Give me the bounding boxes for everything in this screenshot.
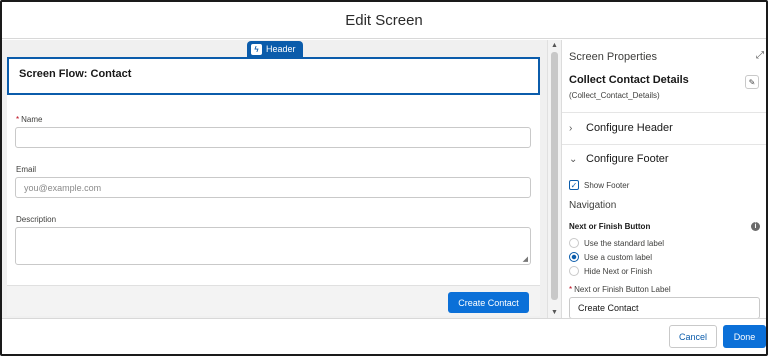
screen-label: Collect Contact Details: [569, 74, 689, 86]
chevron-right-icon: ›: [569, 122, 573, 134]
modal-header: Edit Screen: [2, 2, 766, 39]
name-label-text: Name: [21, 115, 43, 124]
navigation-heading: Navigation: [569, 200, 617, 211]
divider: [562, 144, 766, 145]
radio-standard-label[interactable]: Use the standard label: [569, 238, 664, 248]
info-icon[interactable]: i: [751, 222, 760, 231]
custom-label-field-text: Next or Finish Button Label: [574, 285, 671, 294]
divider: [562, 112, 766, 113]
radio-button[interactable]: [569, 266, 579, 276]
name-input[interactable]: [15, 127, 531, 148]
check-icon[interactable]: ✓: [569, 180, 579, 190]
section-label: Configure Footer: [586, 153, 669, 165]
chevron-down-icon: ⌄: [569, 153, 578, 165]
required-marker: *: [16, 115, 20, 124]
done-button[interactable]: Done: [723, 325, 766, 348]
properties-panel: Screen Properties ⤢ Collect Contact Deta…: [561, 40, 766, 318]
next-finish-label: Next or Finish Button: [569, 222, 651, 231]
section-label: Configure Header: [586, 122, 673, 134]
scroll-down-icon[interactable]: ▼: [551, 309, 558, 316]
modal-title: Edit Screen: [345, 12, 423, 29]
edit-icon[interactable]: ✎: [745, 75, 759, 89]
modal-footer: [2, 318, 766, 354]
custom-label-input[interactable]: Create Contact: [569, 297, 760, 318]
lightning-icon: ϟ: [251, 43, 262, 55]
radio-hide-next-finish[interactable]: Hide Next or Finish: [569, 266, 652, 276]
radio-label: Use the standard label: [584, 238, 665, 248]
description-label: Description: [16, 215, 57, 224]
panel-title: Screen Properties: [569, 51, 658, 63]
section-configure-header[interactable]: › Configure Header: [569, 122, 673, 134]
show-footer-label: Show Footer: [584, 180, 630, 190]
create-contact-button[interactable]: Create Contact: [448, 292, 529, 313]
email-input[interactable]: you@example.com: [15, 177, 531, 198]
radio-custom-label[interactable]: Use a custom label: [569, 252, 652, 262]
resize-grip-icon[interactable]: ◢: [523, 255, 528, 263]
custom-label-field-label: * Next or Finish Button Label: [569, 285, 671, 294]
radio-label: Use a custom label: [584, 252, 653, 262]
screen-api-name: (Collect_Contact_Details): [569, 91, 660, 100]
section-configure-footer[interactable]: ⌄ Configure Footer: [569, 153, 669, 165]
canvas-scrollbar[interactable]: ▲ ▼: [547, 40, 561, 318]
cancel-button[interactable]: Cancel: [669, 325, 717, 348]
description-textarea[interactable]: ◢: [15, 227, 531, 265]
header-tag[interactable]: ϟ Header: [247, 41, 303, 57]
name-label: * Name: [16, 115, 42, 124]
scroll-thumb[interactable]: [551, 52, 558, 300]
radio-label: Hide Next or Finish: [584, 266, 653, 276]
header-tag-label: Header: [266, 44, 296, 54]
scroll-up-icon[interactable]: ▲: [551, 42, 558, 49]
show-footer-checkbox[interactable]: ✓ Show Footer: [569, 180, 629, 190]
required-marker: *: [569, 285, 573, 294]
radio-button[interactable]: [569, 238, 579, 248]
radio-button-selected[interactable]: [569, 252, 579, 262]
screen-header-title: Screen Flow: Contact: [19, 68, 132, 80]
email-label: Email: [16, 165, 37, 174]
expand-icon[interactable]: ⤢: [756, 50, 764, 61]
screen-header-component[interactable]: Screen Flow: Contact: [7, 57, 540, 95]
